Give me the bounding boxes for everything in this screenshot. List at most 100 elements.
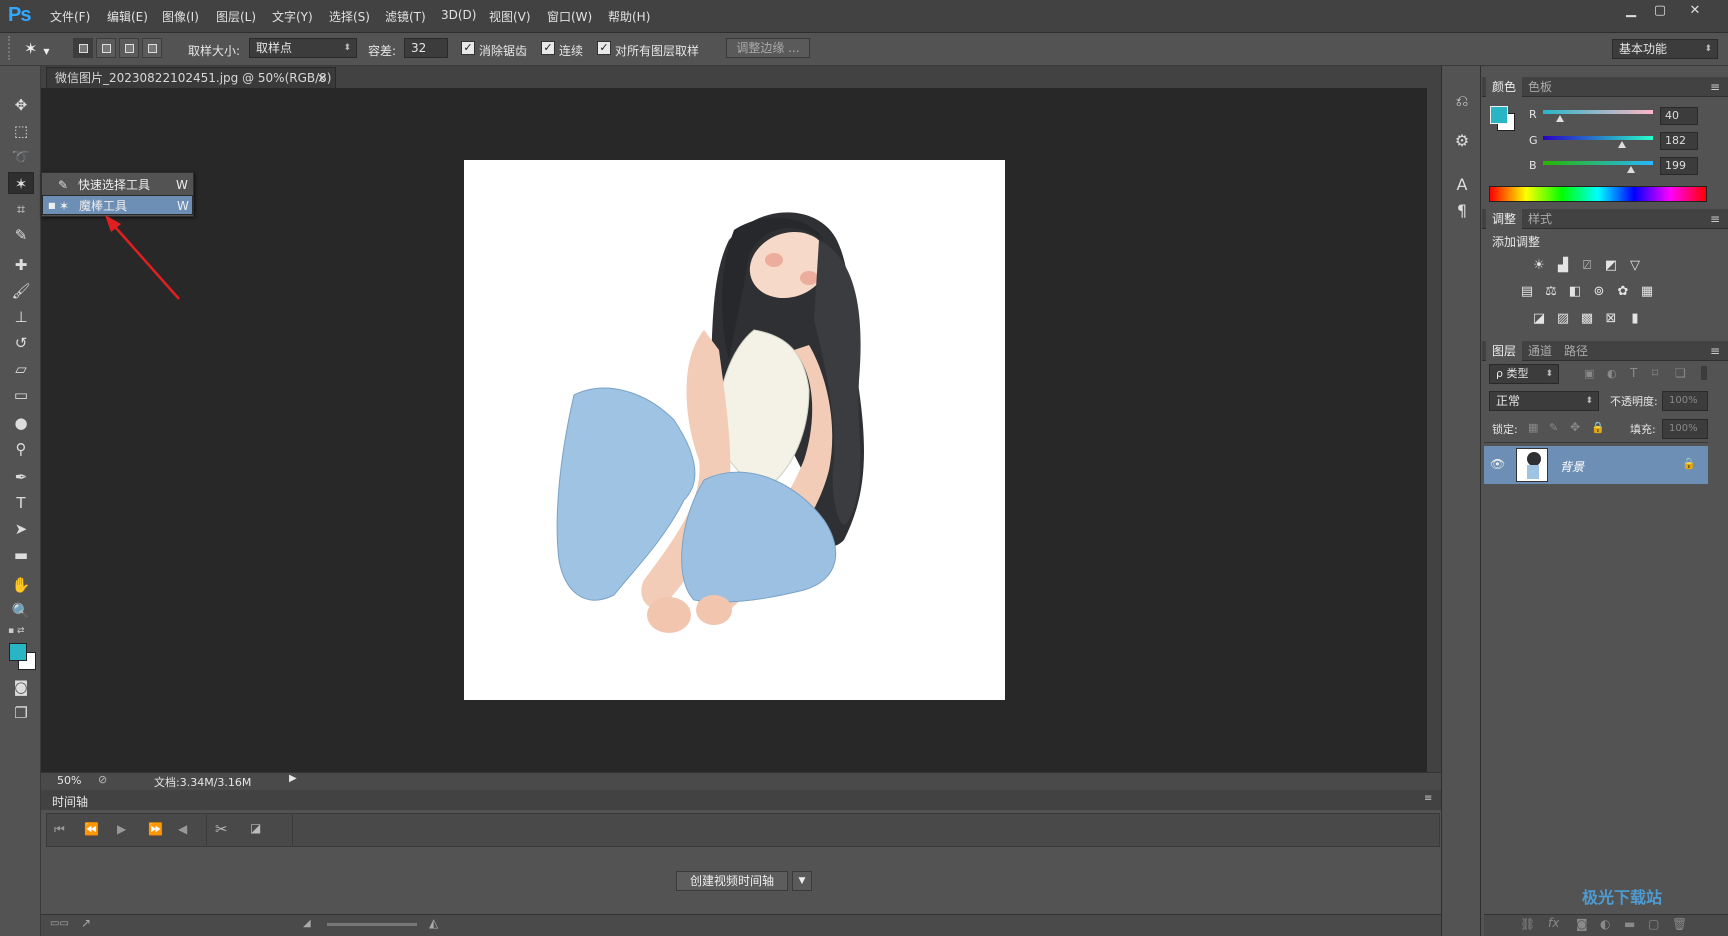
channel-r-slider[interactable] — [1543, 110, 1653, 114]
lock-position-icon[interactable]: ✥ — [1570, 420, 1580, 434]
flyout-item-quick-selection[interactable]: ✎ 快速选择工具 W — [42, 175, 193, 195]
threshold-icon[interactable]: ▩ — [1578, 311, 1596, 327]
menu-help[interactable]: 帮助(H) — [608, 8, 650, 25]
crop-tool-icon[interactable]: ⌗ — [8, 198, 34, 220]
shape-tool-icon[interactable]: ▬ — [8, 544, 34, 566]
tab-styles[interactable]: 样式 — [1522, 209, 1558, 229]
zoom-level[interactable]: 50% — [57, 774, 81, 787]
vertical-scrollbar[interactable] — [1427, 88, 1441, 772]
lasso-tool-icon[interactable]: ➰ — [8, 146, 34, 168]
properties-panel-icon[interactable]: ⚙ — [1451, 130, 1473, 152]
paragraph-panel-icon[interactable]: ¶ — [1451, 200, 1473, 222]
dodge-tool-icon[interactable]: ⚲ — [8, 438, 34, 460]
screen-mode-icon[interactable]: ❐ — [8, 702, 34, 724]
zoom-out-icon[interactable]: ◢ — [303, 918, 311, 929]
visibility-eye-icon[interactable]: 👁 — [1490, 457, 1505, 471]
transition-icon[interactable]: ◪ — [250, 821, 261, 835]
add-selection-icon[interactable] — [96, 38, 116, 58]
panel-menu-icon[interactable]: ≡ — [1704, 77, 1726, 97]
move-tool-icon[interactable]: ✥ — [8, 94, 34, 116]
healing-brush-icon[interactable]: ✚ — [8, 254, 34, 276]
hue-saturation-icon[interactable]: ▤ — [1518, 284, 1536, 300]
tab-adjustments[interactable]: 调整 — [1486, 209, 1523, 229]
opacity-input[interactable]: 100% — [1662, 391, 1708, 411]
black-white-icon[interactable]: ◧ — [1566, 284, 1584, 300]
layer-style-icon[interactable]: fx — [1548, 916, 1559, 930]
photo-filter-icon[interactable]: ⊚ — [1590, 284, 1608, 300]
workspace-select[interactable]: 基本功能 ⬍ — [1612, 39, 1718, 59]
create-video-timeline-button[interactable]: 创建视频时间轴 — [676, 871, 788, 891]
color-balance-icon[interactable]: ⚖ — [1542, 284, 1560, 300]
new-group-icon[interactable]: ▬ — [1624, 917, 1635, 931]
zoom-in-icon[interactable]: ◭ — [429, 916, 438, 930]
gradient-map-icon[interactable]: ▮ — [1626, 311, 1644, 327]
canvas-image[interactable] — [464, 160, 1005, 700]
delete-layer-icon[interactable]: 🗑 — [1672, 917, 1687, 931]
exposure-icon[interactable]: ◩ — [1602, 258, 1620, 274]
sample-size-select[interactable]: 取样点 ⬍ — [249, 38, 357, 58]
history-panel-icon[interactable]: ⎌ — [1451, 90, 1473, 112]
contiguous-checkbox[interactable]: ✓ — [541, 41, 555, 55]
menu-type[interactable]: 文字(Y) — [272, 8, 313, 25]
frame-mode-icon[interactable]: ▭▭ — [50, 918, 69, 929]
levels-icon[interactable]: ▟ — [1554, 258, 1572, 274]
path-selection-icon[interactable]: ➤ — [8, 518, 34, 540]
filter-adjustment-icon[interactable]: ◐ — [1607, 367, 1617, 380]
filter-type-icon[interactable]: T — [1630, 366, 1637, 380]
menu-window[interactable]: 窗口(W) — [547, 8, 592, 25]
invert-icon[interactable]: ◪ — [1530, 311, 1548, 327]
channel-g-slider[interactable] — [1543, 136, 1653, 140]
new-layer-icon[interactable]: ▢ — [1648, 917, 1659, 931]
vibrance-icon[interactable]: ▽ — [1626, 258, 1644, 274]
character-panel-icon[interactable]: A — [1451, 174, 1473, 196]
tolerance-input[interactable]: 32 — [404, 38, 448, 58]
curves-icon[interactable]: ⍁ — [1578, 258, 1596, 274]
link-layers-icon[interactable]: ⛓ — [1520, 917, 1535, 931]
eyedropper-tool-icon[interactable]: ✎ — [8, 224, 34, 246]
subtract-selection-icon[interactable] — [119, 38, 139, 58]
foreground-color-swatch[interactable] — [9, 643, 27, 661]
tab-color[interactable]: 颜色 — [1486, 77, 1523, 97]
sample-all-layers-checkbox[interactable]: ✓ — [597, 41, 611, 55]
panel-menu-icon[interactable]: ≡ — [1704, 341, 1726, 361]
channel-r-thumb[interactable] — [1556, 115, 1564, 122]
layer-name[interactable]: 背景 — [1560, 458, 1584, 475]
audio-icon[interactable]: ◀ — [178, 822, 187, 836]
intersect-selection-icon[interactable] — [142, 38, 162, 58]
color-fg-swatch[interactable] — [1490, 106, 1508, 124]
channel-r-value[interactable]: 40 — [1660, 107, 1698, 125]
lock-pixels-icon[interactable]: ✎ — [1549, 421, 1558, 434]
channel-b-thumb[interactable] — [1627, 166, 1635, 173]
menu-filter[interactable]: 滤镜(T) — [385, 8, 426, 25]
status-info-icon[interactable]: ⊘ — [98, 773, 107, 786]
fill-input[interactable]: 100% — [1662, 419, 1708, 439]
refine-edge-button[interactable]: 调整边缘 ... — [726, 38, 810, 58]
menu-select[interactable]: 选择(S) — [329, 8, 370, 25]
pen-tool-icon[interactable]: ✒ — [8, 466, 34, 488]
tab-layers[interactable]: 图层 — [1486, 341, 1523, 361]
brush-tool-icon[interactable]: 🖌 — [8, 280, 34, 302]
channel-b-slider[interactable] — [1543, 161, 1653, 165]
selective-color-icon[interactable]: ⊠ — [1602, 311, 1620, 327]
type-tool-icon[interactable]: T — [8, 492, 34, 514]
swap-colors-icon[interactable]: ▪ ⇄ — [8, 626, 32, 638]
filter-shape-icon[interactable]: ⌑ — [1652, 366, 1658, 380]
lock-transparency-icon[interactable]: ▦ — [1528, 421, 1538, 434]
add-mask-icon[interactable]: ◙ — [1576, 917, 1588, 931]
posterize-icon[interactable]: ▨ — [1554, 311, 1572, 327]
menu-view[interactable]: 视图(V) — [489, 8, 531, 25]
hand-tool-icon[interactable]: ✋ — [8, 574, 34, 596]
menu-3d[interactable]: 3D(D) — [441, 8, 476, 22]
magic-wand-tool-icon[interactable]: ✶ — [8, 172, 34, 194]
maximize-button[interactable]: ▢ — [1645, 1, 1675, 21]
play-icon[interactable]: ▶ — [117, 822, 126, 836]
filter-pixel-icon[interactable]: ▣ — [1584, 367, 1594, 380]
clone-stamp-icon[interactable]: ⊥ — [8, 306, 34, 328]
new-adjustment-icon[interactable]: ◐ — [1600, 917, 1610, 931]
tab-paths[interactable]: 路径 — [1558, 341, 1594, 361]
channel-b-value[interactable]: 199 — [1660, 157, 1698, 175]
close-button[interactable]: ✕ — [1680, 1, 1710, 21]
go-to-first-frame-icon[interactable]: ⏮ — [54, 822, 65, 837]
split-scissors-icon[interactable]: ✂ — [215, 820, 228, 838]
gradient-tool-icon[interactable]: ▭ — [8, 384, 34, 406]
